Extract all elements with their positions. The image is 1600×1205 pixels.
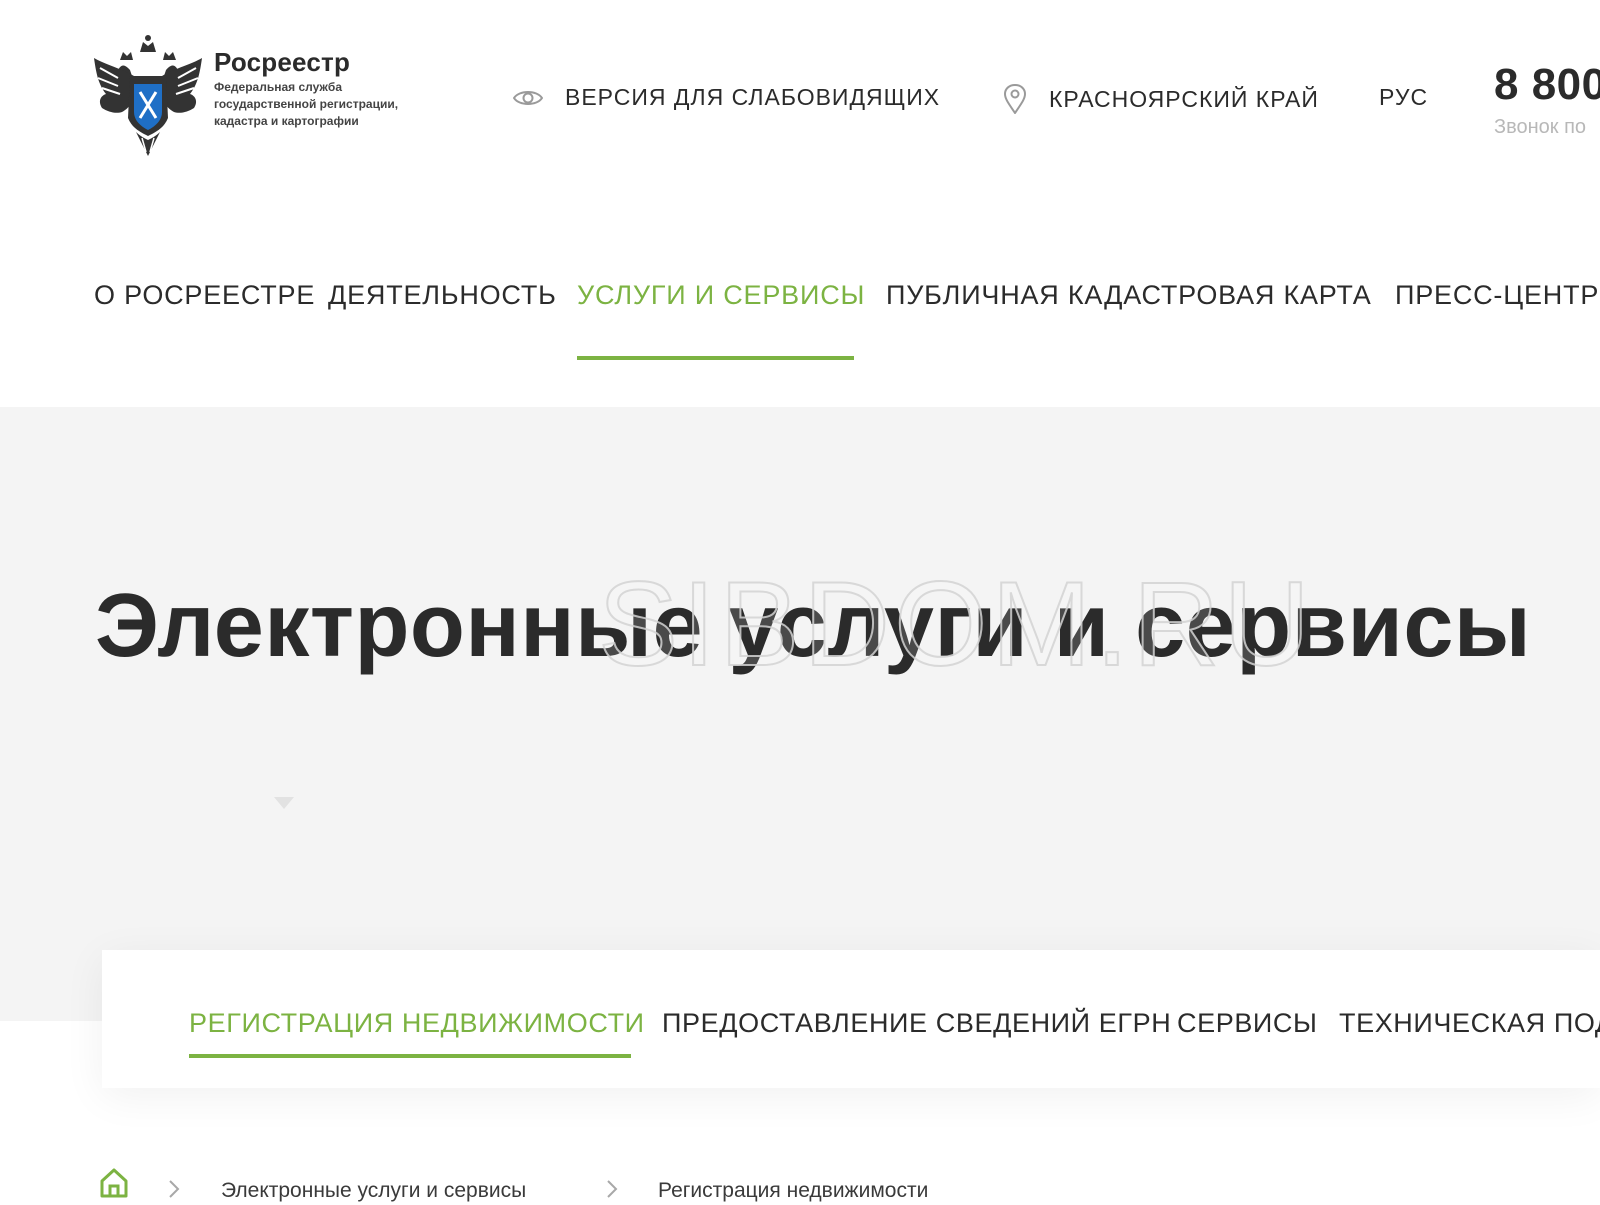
nav-active-indicator xyxy=(577,356,854,360)
region-selector[interactable]: КРАСНОЯРСКИЙ КРАЙ xyxy=(1003,84,1319,114)
phone-number[interactable]: 8 800 xyxy=(1494,60,1600,110)
language-switch[interactable]: РУС xyxy=(1379,84,1428,111)
nav-item-press-center[interactable]: ПРЕСС-ЦЕНТР xyxy=(1395,280,1599,311)
tab-tech-support[interactable]: ТЕХНИЧЕСКАЯ ПОД xyxy=(1339,1008,1600,1039)
breadcrumb: Электронные услуги и сервисы Регистрация… xyxy=(98,1165,1098,1205)
low-vision-link[interactable]: ВЕРСИЯ ДЛЯ СЛАБОВИДЯЩИХ xyxy=(513,84,940,111)
tab-active-indicator xyxy=(189,1054,631,1058)
service-tabs: РЕГИСТРАЦИЯ НЕДВИЖИМОСТИ ПРЕДОСТАВЛЕНИЕ … xyxy=(102,950,1600,1088)
home-icon[interactable] xyxy=(98,1167,130,1199)
nav-item-about[interactable]: О РОСРЕЕСТРЕ xyxy=(94,280,315,311)
logo-link[interactable]: Росреестр Федеральная служба государстве… xyxy=(90,32,439,158)
site-header: Росреестр Федеральная служба государстве… xyxy=(0,0,1600,200)
nav-item-activity[interactable]: ДЕЯТЕЛЬНОСТЬ xyxy=(328,280,557,311)
decorative-marker xyxy=(274,797,294,809)
nav-item-services[interactable]: УСЛУГИ И СЕРВИСЫ xyxy=(577,280,865,311)
nav-item-cadastral-map[interactable]: ПУБЛИЧНАЯ КАДАСТРОВАЯ КАРТА xyxy=(886,280,1372,311)
hero-section: Электронные услуги и сервисы SIBDOM.RU xyxy=(0,407,1600,1021)
logo-subtitle: Федеральная служба государственной регис… xyxy=(214,79,399,128)
breadcrumb-item-current: Регистрация недвижимости xyxy=(658,1179,929,1202)
map-pin-icon xyxy=(1003,84,1027,114)
phone-note: Звонок по xyxy=(1494,116,1587,138)
eagle-emblem-icon xyxy=(94,35,202,156)
tab-egrn-information[interactable]: ПРЕДОСТАВЛЕНИЕ СВЕДЕНИЙ ЕГРН xyxy=(662,1008,1171,1039)
tab-services[interactable]: СЕРВИСЫ xyxy=(1177,1008,1318,1039)
tab-real-estate-registration[interactable]: РЕГИСТРАЦИЯ НЕДВИЖИМОСТИ xyxy=(189,1008,645,1039)
language-label: РУС xyxy=(1379,84,1429,110)
breadcrumb-item-services[interactable]: Электронные услуги и сервисы xyxy=(221,1179,526,1203)
main-navigation: О РОСРЕЕСТРЕ ДЕЯТЕЛЬНОСТЬ УСЛУГИ И СЕРВИ… xyxy=(0,262,1600,362)
chevron-right-icon xyxy=(169,1180,180,1198)
page-title: Электронные услуги и сервисы xyxy=(95,576,1532,676)
eye-icon xyxy=(513,90,543,105)
region-label: КРАСНОЯРСКИЙ КРАЙ xyxy=(1049,85,1319,112)
chevron-right-icon xyxy=(607,1180,618,1198)
logo-title: Росреестр xyxy=(214,46,351,77)
low-vision-label: ВЕРСИЯ ДЛЯ СЛАБОВИДЯЩИХ xyxy=(565,84,941,110)
